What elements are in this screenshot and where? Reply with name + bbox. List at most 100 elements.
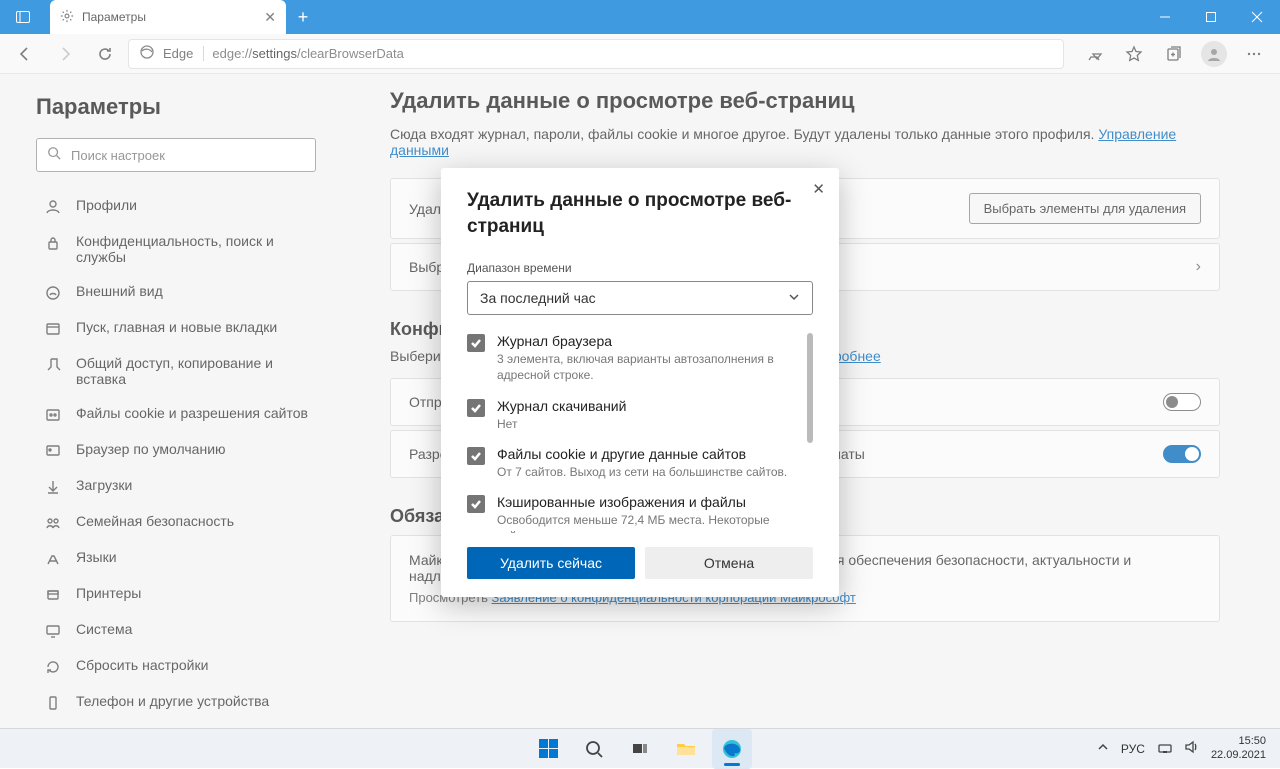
- sidebar-item-label: Языки: [76, 549, 117, 565]
- taskbar-clock[interactable]: 15:50 22.09.2021: [1211, 735, 1266, 761]
- sidebar-item[interactable]: О программе Microsoft Edge: [36, 720, 316, 728]
- sidebar-item[interactable]: Внешний вид: [36, 274, 316, 310]
- dialog-close-button[interactable]: ✕: [812, 180, 825, 198]
- nav-icon: [44, 235, 62, 251]
- checkbox[interactable]: [467, 495, 485, 513]
- dialog-options-list: Журнал браузера 3 элемента, включая вари…: [467, 333, 813, 533]
- clear-data-option[interactable]: Журнал скачиваний Нет: [467, 398, 803, 432]
- windows-taskbar: РУС 15:50 22.09.2021: [0, 728, 1280, 768]
- sidebar-item-label: Загрузки: [76, 477, 132, 493]
- option-label: Журнал браузера: [497, 333, 803, 349]
- sidebar-item-label: Профили: [76, 197, 137, 213]
- back-button[interactable]: [8, 37, 42, 71]
- file-explorer-button[interactable]: [666, 729, 706, 769]
- nav-icon: [44, 407, 62, 423]
- clear-data-option[interactable]: Журнал браузера 3 элемента, включая вари…: [467, 333, 803, 383]
- nav-icon: [44, 199, 62, 215]
- profile-button[interactable]: [1196, 37, 1232, 71]
- sidebar-item[interactable]: Браузер по умолчанию: [36, 432, 316, 468]
- new-tab-button[interactable]: +: [286, 0, 320, 34]
- search-icon: [47, 146, 61, 165]
- sidebar-item[interactable]: Профили: [36, 188, 316, 224]
- address-bar: Edge edge://settings/clearBrowserData: [0, 34, 1280, 74]
- sidebar-item-label: Конфиденциальность, поиск и службы: [76, 233, 308, 265]
- read-aloud-icon[interactable]: [1076, 37, 1112, 71]
- tray-chevron-icon[interactable]: [1097, 741, 1109, 756]
- sidebar-item[interactable]: Конфиденциальность, поиск и службы: [36, 224, 316, 274]
- taskbar-search-button[interactable]: [574, 729, 614, 769]
- volume-icon[interactable]: [1183, 739, 1199, 758]
- option-sublabel: Нет: [497, 416, 626, 432]
- sidebar-item[interactable]: Файлы cookie и разрешения сайтов: [36, 396, 316, 432]
- chevron-right-icon: ›: [1196, 258, 1201, 276]
- close-window-button[interactable]: [1234, 0, 1280, 34]
- sidebar-item-label: Файлы cookie и разрешения сайтов: [76, 405, 308, 421]
- option-label: Файлы cookie и другие данные сайтов: [497, 446, 787, 462]
- url-input[interactable]: Edge edge://settings/clearBrowserData: [128, 39, 1064, 69]
- nav-icon: [44, 357, 62, 373]
- sidebar-item[interactable]: Телефон и другие устройства: [36, 684, 316, 720]
- settings-sidebar: Параметры ПрофилиКонфиденциальность, пои…: [0, 74, 330, 728]
- nav-icon: [44, 695, 62, 711]
- sidebar-item[interactable]: Пуск, главная и новые вкладки: [36, 310, 316, 346]
- settings-search[interactable]: [36, 138, 316, 172]
- nav-icon: [44, 623, 62, 639]
- option-sublabel: Освободится меньше 72,4 МБ места. Некото…: [497, 512, 803, 533]
- sidebar-item-label: Браузер по умолчанию: [76, 441, 226, 457]
- nav-icon: [44, 321, 62, 337]
- browser-tab[interactable]: Параметры ✕: [50, 0, 286, 34]
- network-icon[interactable]: [1157, 739, 1173, 758]
- sidebar-item[interactable]: Сбросить настройки: [36, 648, 316, 684]
- sidebar-item[interactable]: Общий доступ, копирование и вставка: [36, 346, 316, 396]
- checkbox[interactable]: [467, 334, 485, 352]
- time-range-select[interactable]: За последний час: [467, 281, 813, 315]
- clear-data-option[interactable]: Кэшированные изображения и файлы Освобод…: [467, 494, 803, 533]
- nav-icon: [44, 285, 62, 301]
- sidebar-item[interactable]: Загрузки: [36, 468, 316, 504]
- clear-now-button[interactable]: Удалить сейчас: [467, 547, 635, 579]
- sidebar-item-label: Телефон и другие устройства: [76, 693, 269, 709]
- refresh-button[interactable]: [88, 37, 122, 71]
- nav-icon: [44, 515, 62, 531]
- checkbox[interactable]: [467, 399, 485, 417]
- maximize-button[interactable]: [1188, 0, 1234, 34]
- choose-what-to-clear-button[interactable]: Выбрать элементы для удаления: [969, 193, 1201, 224]
- clear-data-option[interactable]: Файлы cookie и другие данные сайтов От 7…: [467, 446, 803, 480]
- nav-icon: [44, 551, 62, 567]
- edge-label: Edge: [163, 46, 204, 61]
- forward-button[interactable]: [48, 37, 82, 71]
- window-controls: [1142, 0, 1280, 34]
- language-indicator[interactable]: РУС: [1121, 742, 1145, 756]
- sidebar-item-label: Сбросить настройки: [76, 657, 208, 673]
- cancel-button[interactable]: Отмена: [645, 547, 813, 579]
- time-range-value: За последний час: [480, 290, 596, 306]
- start-button[interactable]: [528, 729, 568, 769]
- close-tab-icon[interactable]: ✕: [264, 9, 276, 26]
- sidebar-item-label: Пуск, главная и новые вкладки: [76, 319, 277, 335]
- dialog-title: Удалить данные о просмотре веб-страниц: [467, 188, 813, 239]
- sidebar-item[interactable]: Принтеры: [36, 576, 316, 612]
- clock-time: 15:50: [1211, 735, 1266, 748]
- more-menu-button[interactable]: [1236, 37, 1272, 71]
- nav-icon: [44, 443, 62, 459]
- sidebar-item-label: Система: [76, 621, 132, 637]
- sidebar-item[interactable]: Семейная безопасность: [36, 504, 316, 540]
- sidebar-item[interactable]: Система: [36, 612, 316, 648]
- favorites-icon[interactable]: [1116, 37, 1152, 71]
- minimize-button[interactable]: [1142, 0, 1188, 34]
- edge-taskbar-button[interactable]: [712, 729, 752, 769]
- option-label: Журнал скачиваний: [497, 398, 626, 414]
- task-view-button[interactable]: [620, 729, 660, 769]
- nav-icon: [44, 479, 62, 495]
- clear-browsing-data-dialog: ✕ Удалить данные о просмотре веб-страниц…: [441, 168, 839, 597]
- search-input[interactable]: [71, 148, 305, 163]
- checkbox[interactable]: [467, 447, 485, 465]
- window-titlebar: Параметры ✕ +: [0, 0, 1280, 34]
- collections-icon[interactable]: [1156, 37, 1192, 71]
- do-not-track-toggle[interactable]: [1163, 393, 1201, 411]
- payment-check-toggle[interactable]: [1163, 445, 1201, 463]
- scrollbar[interactable]: [807, 333, 813, 443]
- nav-icon: [44, 659, 62, 675]
- tab-actions-button[interactable]: [0, 0, 46, 34]
- sidebar-item[interactable]: Языки: [36, 540, 316, 576]
